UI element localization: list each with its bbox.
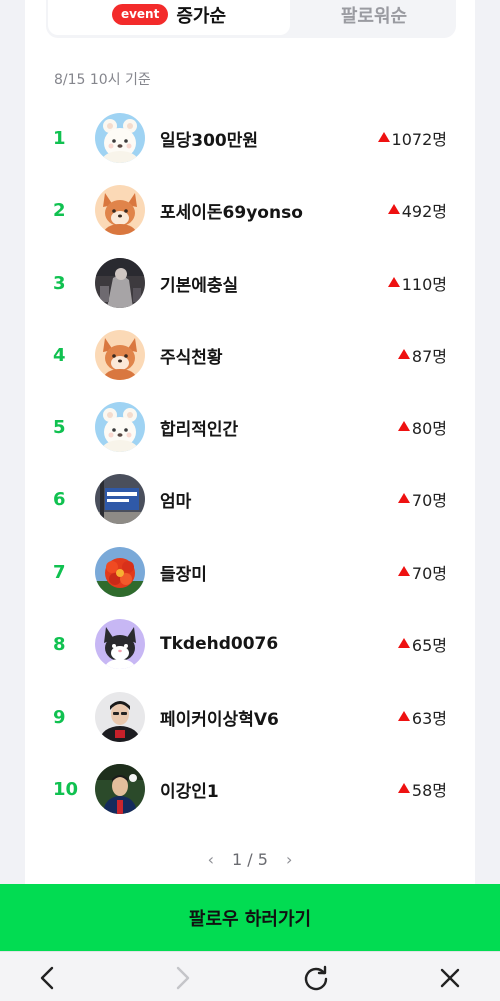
follower-change-value: 110명 (401, 275, 447, 294)
rank-number: 7 (53, 561, 66, 583)
close-icon[interactable] (434, 962, 466, 994)
user-name: Tkdehd0076 (160, 634, 279, 654)
person-avatar (95, 692, 145, 742)
forward-arrow-icon[interactable] (166, 962, 198, 994)
follower-change-value: 63명 (411, 709, 447, 728)
fox-avatar (95, 185, 145, 235)
tab-increase-order[interactable]: event 증가순 (48, 0, 290, 35)
list-item[interactable]: 2 포세이돈69yonso 492명 (25, 178, 475, 242)
follower-change: 63명 (397, 685, 447, 749)
rank-number: 6 (53, 488, 66, 510)
user-name: 일당300만원 (160, 130, 259, 151)
user-name: 합리적인간 (160, 419, 239, 440)
rank-number: 10 (53, 778, 79, 800)
back-arrow-icon[interactable] (32, 962, 64, 994)
list-item[interactable]: 6 엄마 70명 (25, 467, 475, 531)
rank-number: 9 (53, 706, 66, 728)
follower-change: 70명 (397, 467, 447, 531)
list-item[interactable]: 5 합리적인간 80명 (25, 395, 475, 459)
user-name: 엄마 (160, 491, 192, 512)
up-arrow-icon (397, 783, 410, 793)
up-arrow-icon (397, 421, 410, 431)
follower-change-value: 65명 (411, 636, 447, 655)
browser-navbar (0, 951, 500, 1001)
list-item[interactable]: 8 Tkdehd0076 65명 (25, 612, 475, 676)
follower-change-value: 58명 (411, 781, 447, 800)
up-arrow-icon (387, 277, 400, 287)
rank-number: 1 (53, 127, 66, 149)
fox-avatar (95, 330, 145, 380)
user-name: 페이커이상혁V6 (160, 709, 279, 730)
user-name: 들장미 (160, 564, 207, 585)
user-name: 포세이돈69yonso (160, 202, 303, 223)
follower-change: 1072명 (377, 106, 447, 170)
list-item[interactable]: 1 일당300만원 1072명 (25, 106, 475, 170)
bear-white-avatar (95, 113, 145, 163)
follower-change: 65명 (397, 612, 447, 676)
tab-follower-order[interactable]: 팔로워순 (292, 0, 456, 35)
follower-change: 87명 (397, 323, 447, 387)
page-separator: / (247, 850, 253, 869)
sort-tabs: event 증가순 팔로워순 (46, 0, 456, 38)
list-item[interactable]: 4 주식천황 87명 (25, 323, 475, 387)
list-item[interactable]: 10 이강인1 58명 (25, 757, 475, 821)
follower-change: 80명 (397, 395, 447, 459)
sign-photo-avatar (95, 474, 145, 524)
user-name: 기본에충실 (160, 275, 239, 296)
follower-change-value: 492명 (401, 202, 447, 221)
refresh-icon[interactable] (300, 962, 332, 994)
page-indicator: 1 / 5 (232, 850, 268, 869)
cat-avatar (95, 619, 145, 669)
follower-change: 110명 (387, 251, 447, 315)
current-page: 1 (232, 850, 243, 869)
up-arrow-icon (377, 132, 390, 142)
follower-change-value: 80명 (411, 419, 447, 438)
rank-number: 4 (53, 344, 66, 366)
follower-change-value: 1072명 (391, 130, 447, 149)
follower-change-value: 70명 (411, 564, 447, 583)
pagination: ‹ 1 / 5 › (0, 850, 500, 869)
photo-avatar (95, 258, 145, 308)
flower-avatar (95, 547, 145, 597)
total-pages: 5 (257, 850, 268, 869)
as-of-timestamp: 8/15 10시 기준 (54, 72, 151, 88)
up-arrow-icon (387, 204, 400, 214)
soccer-avatar (95, 764, 145, 814)
user-name: 주식천황 (160, 347, 223, 368)
rank-number: 5 (53, 416, 66, 438)
list-item[interactable]: 3 기본에충실 110명 (25, 251, 475, 315)
list-item[interactable]: 7 들장미 70명 (25, 540, 475, 604)
rank-number: 2 (53, 199, 66, 221)
prev-page-icon[interactable]: ‹ (208, 850, 214, 869)
follower-change: 492명 (387, 178, 447, 242)
next-page-icon[interactable]: › (286, 850, 292, 869)
up-arrow-icon (397, 638, 410, 648)
list-item[interactable]: 9 페이커이상혁V6 63명 (25, 685, 475, 749)
follower-change-value: 70명 (411, 491, 447, 510)
up-arrow-icon (397, 566, 410, 576)
go-follow-button[interactable]: 팔로우 하러가기 (0, 884, 500, 951)
rank-number: 8 (53, 633, 66, 655)
up-arrow-icon (397, 493, 410, 503)
user-name: 이강인1 (160, 781, 219, 802)
event-badge: event (111, 4, 169, 25)
rank-number: 3 (53, 272, 66, 294)
follower-change-value: 87명 (411, 347, 447, 366)
up-arrow-icon (397, 711, 410, 721)
bear-white-avatar (95, 402, 145, 452)
up-arrow-icon (397, 349, 410, 359)
tab-increase-order-label: 증가순 (176, 5, 227, 27)
follower-change: 70명 (397, 540, 447, 604)
follower-change: 58명 (397, 757, 447, 821)
